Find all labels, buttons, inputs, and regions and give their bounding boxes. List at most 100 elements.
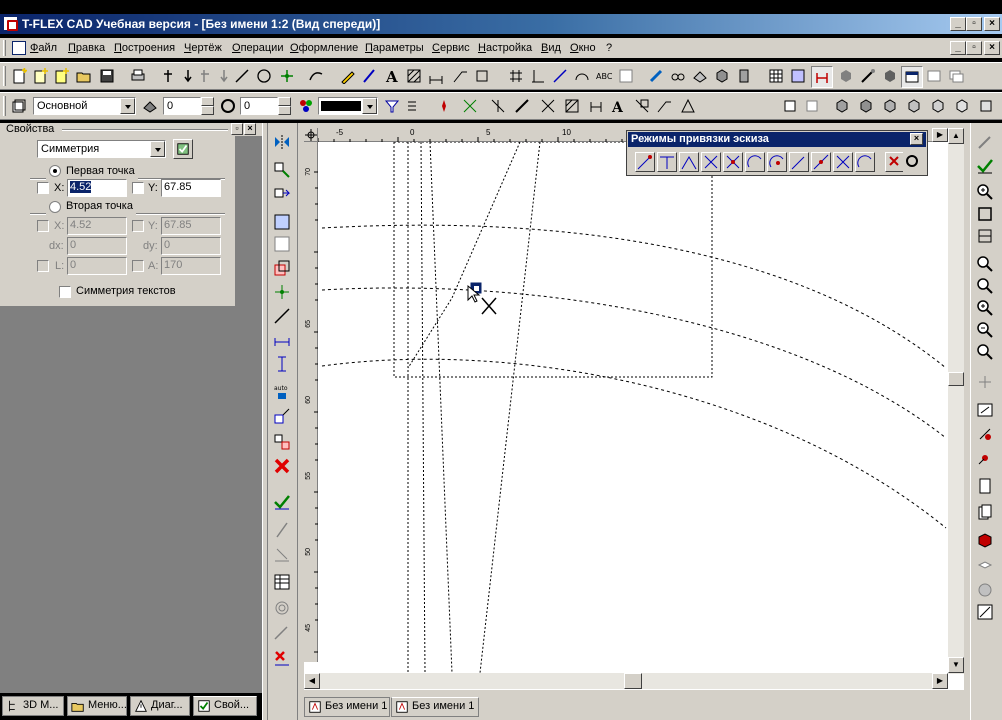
panel-pin-button[interactable]: ▫: [231, 123, 243, 135]
menu-edit[interactable]: Правка: [68, 42, 105, 54]
snap-intersection-button[interactable]: [679, 152, 699, 172]
tab-menu[interactable]: Меню...: [67, 696, 127, 716]
circle-icon[interactable]: [256, 68, 272, 84]
new-template-icon[interactable]: [54, 68, 70, 84]
select-dimensions-icon[interactable]: [588, 98, 604, 114]
node-offset-icon[interactable]: [198, 68, 214, 84]
snap-midpoint-button[interactable]: [657, 152, 677, 172]
glasses-icon[interactable]: [670, 68, 686, 84]
menu-design[interactable]: Оформление: [290, 42, 358, 54]
window-view-icon[interactable]: [976, 401, 994, 419]
doc-tab-1[interactable]: Без имени 1: [304, 697, 390, 717]
second-y-checkbox[interactable]: [132, 220, 144, 232]
level-stepper[interactable]: [201, 97, 214, 115]
auto-icon[interactable]: auto: [273, 383, 291, 401]
select-leader-icon[interactable]: [656, 98, 672, 114]
tab-diagnostics[interactable]: Диаг...: [130, 696, 190, 716]
maximize-button[interactable]: ▫: [966, 17, 982, 31]
select-images-icon[interactable]: [540, 98, 556, 114]
level-field[interactable]: 0: [163, 97, 201, 115]
copy-icon[interactable]: [273, 185, 291, 203]
scale-icon[interactable]: [273, 235, 291, 253]
view-left-icon[interactable]: [858, 98, 874, 114]
horizontal-scroll-thumb[interactable]: [624, 673, 642, 689]
snap-endpoint-button[interactable]: [635, 152, 655, 172]
pan-icon[interactable]: [976, 373, 994, 391]
pages-icon[interactable]: [976, 503, 994, 521]
horizontal-scrollbar[interactable]: ◀ ▶: [304, 673, 948, 689]
angle-checkbox[interactable]: [132, 260, 144, 272]
view-iso-icon[interactable]: [954, 98, 970, 114]
vertical-scrollbar[interactable]: ▲ ▼: [948, 128, 964, 674]
select-all-icon[interactable]: [436, 98, 452, 114]
hatch-icon[interactable]: [406, 68, 422, 84]
select-nodes-icon[interactable]: [462, 98, 478, 114]
pencil-edit-icon[interactable]: [976, 133, 994, 151]
delete-icon[interactable]: [273, 649, 291, 667]
select-hatch-icon[interactable]: [564, 98, 580, 114]
rotate-body-icon[interactable]: [736, 68, 752, 84]
axis-icon[interactable]: [530, 68, 546, 84]
move-copy-icon[interactable]: [273, 161, 291, 179]
zoom-out-icon[interactable]: [976, 321, 994, 339]
checkmark-icon[interactable]: [976, 157, 994, 175]
menu-parameters[interactable]: Параметры: [365, 42, 424, 54]
mirror-icon[interactable]: [273, 133, 291, 151]
zoom-in-icon[interactable]: [976, 183, 994, 201]
panel-close-button[interactable]: ×: [244, 123, 256, 135]
snap-perpendicular-button[interactable]: [723, 152, 743, 172]
window-cascade-icon[interactable]: [948, 68, 964, 84]
vertical-dimension-icon[interactable]: [273, 355, 291, 373]
menu-window[interactable]: Окно: [570, 42, 596, 54]
view-right-icon[interactable]: [882, 98, 898, 114]
node-arrow-icon[interactable]: [216, 68, 232, 84]
snap-node-button[interactable]: [833, 152, 853, 172]
tab-properties[interactable]: Свой...: [193, 696, 257, 716]
open-folder-icon[interactable]: [76, 68, 92, 84]
zoom-previous-icon[interactable]: [976, 277, 994, 295]
array-icon[interactable]: [273, 433, 291, 451]
doc-restore-button[interactable]: ▫: [966, 41, 982, 55]
command-combo[interactable]: Симметрия: [37, 140, 166, 158]
link-icon[interactable]: [273, 623, 291, 641]
cancel-red-icon[interactable]: [273, 457, 291, 475]
scroll-up-button[interactable]: ▲: [948, 128, 964, 144]
view-section-icon[interactable]: [804, 98, 820, 114]
snap-quadrant-button[interactable]: [855, 152, 875, 172]
pen-tool-icon[interactable]: [273, 521, 291, 539]
arc-icon[interactable]: [574, 68, 590, 84]
menu-help[interactable]: ?: [606, 42, 612, 54]
select-fragments-icon[interactable]: [680, 98, 696, 114]
menu-file[interactable]: Файл: [30, 42, 57, 54]
menu-view[interactable]: Вид: [541, 42, 561, 54]
table-view-icon[interactable]: [273, 573, 291, 591]
abc-text-icon[interactable]: ABC: [596, 68, 612, 84]
save-icon[interactable]: [99, 68, 115, 84]
snap-panel-close-button[interactable]: ×: [910, 133, 923, 145]
zoom-window-icon[interactable]: [976, 255, 994, 273]
view-back-icon[interactable]: [906, 98, 922, 114]
extrude-icon[interactable]: [714, 68, 730, 84]
grid-icon[interactable]: [508, 68, 524, 84]
length-input[interactable]: 0: [67, 257, 127, 275]
material-icon[interactable]: [860, 68, 876, 84]
menu-construct[interactable]: Построения: [114, 42, 175, 54]
table-icon[interactable]: [618, 68, 634, 84]
ruler-corner[interactable]: [304, 128, 318, 142]
shaded-view-icon[interactable]: [976, 603, 994, 621]
second-x-input[interactable]: 4.52: [67, 217, 127, 235]
ruler-scroll-right-button[interactable]: ▶: [932, 128, 948, 142]
zoom-fit-icon[interactable]: [976, 205, 994, 223]
menu-settings[interactable]: Настройка: [478, 42, 532, 54]
second-y-input[interactable]: 67.85: [161, 217, 221, 235]
snap-cross-button[interactable]: [701, 152, 721, 172]
priority-field[interactable]: 0: [240, 97, 278, 115]
rotate-icon[interactable]: [273, 259, 291, 277]
scroll-down-button[interactable]: ▼: [948, 657, 964, 673]
print-icon[interactable]: [130, 68, 146, 84]
view-top-icon[interactable]: [834, 98, 850, 114]
page-icon[interactable]: [976, 477, 994, 495]
vertical-scroll-thumb[interactable]: [948, 372, 964, 386]
parameters-icon[interactable]: [273, 547, 291, 565]
pen-icon[interactable]: [340, 68, 356, 84]
